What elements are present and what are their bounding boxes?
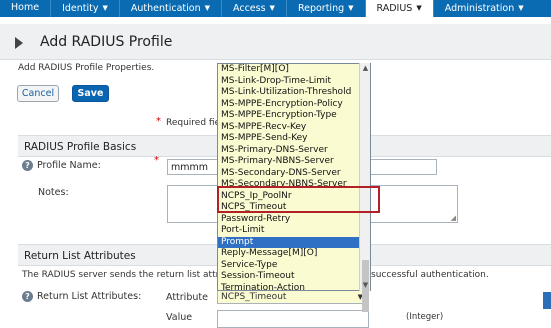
- dropdown-option[interactable]: MS-Filter[M][O]: [218, 64, 370, 76]
- top-nav: Home Identity ▼ Authentication ▼ Access ▼ Repor…: [0, 0, 551, 17]
- profile-name-input-tail[interactable]: [369, 159, 437, 175]
- nav-tab-home[interactable]: Home: [0, 0, 50, 17]
- dropdown-option[interactable]: MS-Link-Drop-Time-Limit: [218, 76, 370, 88]
- required-star: *: [156, 116, 161, 127]
- profile-name-input[interactable]: mmmm: [167, 159, 219, 175]
- nav-tab-access[interactable]: Access ▼: [222, 0, 286, 17]
- dropdown-option[interactable]: Service-Type: [218, 260, 370, 272]
- nav-tab-label: Administration: [444, 3, 515, 14]
- notes-label: Notes:: [38, 187, 69, 198]
- dropdown-option[interactable]: Prompt: [218, 236, 370, 248]
- dropdown-option[interactable]: MS-MPPE-Encryption-Policy: [218, 99, 370, 111]
- dropdown-option[interactable]: Port-Limit: [218, 225, 370, 237]
- attribute-label: Attribute: [166, 292, 208, 303]
- scroll-down-icon[interactable]: ▼: [360, 280, 371, 291]
- chevron-down-icon: ▼: [518, 4, 524, 12]
- nav-tab-radius[interactable]: RADIUS ▼: [365, 0, 433, 17]
- resize-handle-icon[interactable]: ◢: [451, 214, 456, 222]
- attribute-select-value: NCPS_Timeout: [221, 292, 287, 302]
- nav-tab-label: Access: [233, 3, 266, 14]
- dropdown-option[interactable]: MS-MPPE-Send-Key: [218, 133, 370, 145]
- dropdown-option[interactable]: Reply-Message[M][O]: [218, 248, 370, 260]
- nav-tab-administration[interactable]: Administration ▼: [434, 0, 535, 17]
- annotation-highlight-box: [217, 186, 380, 213]
- return-list-desc-left: The RADIUS server sends the return list …: [22, 270, 222, 280]
- page-header: Add RADIUS Profile: [0, 24, 551, 60]
- dropdown-option[interactable]: MS-Primary-NBNS-Server: [218, 156, 370, 168]
- nav-tab-label: Home: [11, 2, 40, 13]
- nav-tab-reporting[interactable]: Reporting ▼: [287, 0, 365, 17]
- chevron-down-icon: ▼: [416, 4, 422, 12]
- scroll-up-icon[interactable]: ▲: [360, 63, 371, 74]
- required-star: *: [154, 155, 159, 166]
- nav-tab-label: RADIUS: [376, 3, 413, 14]
- dropdown-option[interactable]: MS-MPPE-Encryption-Type: [218, 110, 370, 122]
- required-fields-note: Required fie: [166, 118, 221, 128]
- notes-textarea[interactable]: [167, 185, 219, 223]
- nav-tab-authentication[interactable]: Authentication ▼: [120, 0, 221, 17]
- nav-tab-identity[interactable]: Identity ▼: [51, 0, 119, 17]
- dropdown-option[interactable]: MS-MPPE-Recv-Key: [218, 122, 370, 134]
- dropdown-scrollbar[interactable]: ▲ ▼: [359, 63, 371, 312]
- chevron-down-icon: ▼: [269, 4, 275, 12]
- dropdown-option[interactable]: Session-Timeout: [218, 271, 370, 283]
- return-list-description: The RADIUS server sends the return list …: [22, 270, 489, 280]
- value-input[interactable]: [217, 310, 369, 328]
- cancel-button[interactable]: Cancel: [17, 85, 59, 102]
- value-label: Value: [166, 312, 193, 323]
- chevron-down-icon: ▼: [102, 4, 108, 12]
- value-type-label: (Integer): [406, 312, 444, 322]
- help-icon[interactable]: ?: [22, 160, 33, 171]
- page-title: Add RADIUS Profile: [40, 34, 173, 50]
- chevron-down-icon: ▼: [204, 4, 211, 12]
- basics-section-title: RADIUS Profile Basics: [24, 141, 137, 153]
- attribute-dropdown-list[interactable]: MS-Filter[M][O] MS-Link-Drop-Time-Limit MS…: [217, 63, 371, 291]
- return-list-section-title: Return List Attributes: [24, 250, 136, 262]
- dropdown-option[interactable]: MS-Primary-DNS-Server: [218, 145, 370, 157]
- dropdown-option[interactable]: Password-Retry: [218, 214, 370, 226]
- chevron-down-icon: ▼: [348, 4, 354, 12]
- profile-name-label: Profile Name:: [37, 160, 101, 171]
- nav-tab-label: Reporting: [297, 3, 345, 14]
- dropdown-option[interactable]: MS-Link-Utilization-Threshold: [218, 87, 370, 99]
- page-subtitle: Add RADIUS Profile Properties.: [18, 63, 155, 73]
- return-list-label: Return List Attributes:: [37, 291, 142, 302]
- add-attribute-button[interactable]: [543, 292, 551, 309]
- nav-tab-label: Authentication: [130, 3, 201, 14]
- attribute-select[interactable]: NCPS_Timeout ▼: [217, 290, 369, 304]
- nav-tab-label: Identity: [62, 3, 99, 14]
- notes-textarea-tail[interactable]: ◢: [369, 185, 458, 223]
- collapse-arrow-icon[interactable]: [15, 37, 23, 49]
- help-icon[interactable]: ?: [22, 291, 33, 302]
- return-list-desc-right: successful authentication.: [371, 270, 489, 280]
- dropdown-option[interactable]: Termination-Action: [218, 283, 370, 291]
- dropdown-option[interactable]: MS-Secondary-DNS-Server: [218, 168, 370, 180]
- save-button[interactable]: Save: [72, 85, 109, 102]
